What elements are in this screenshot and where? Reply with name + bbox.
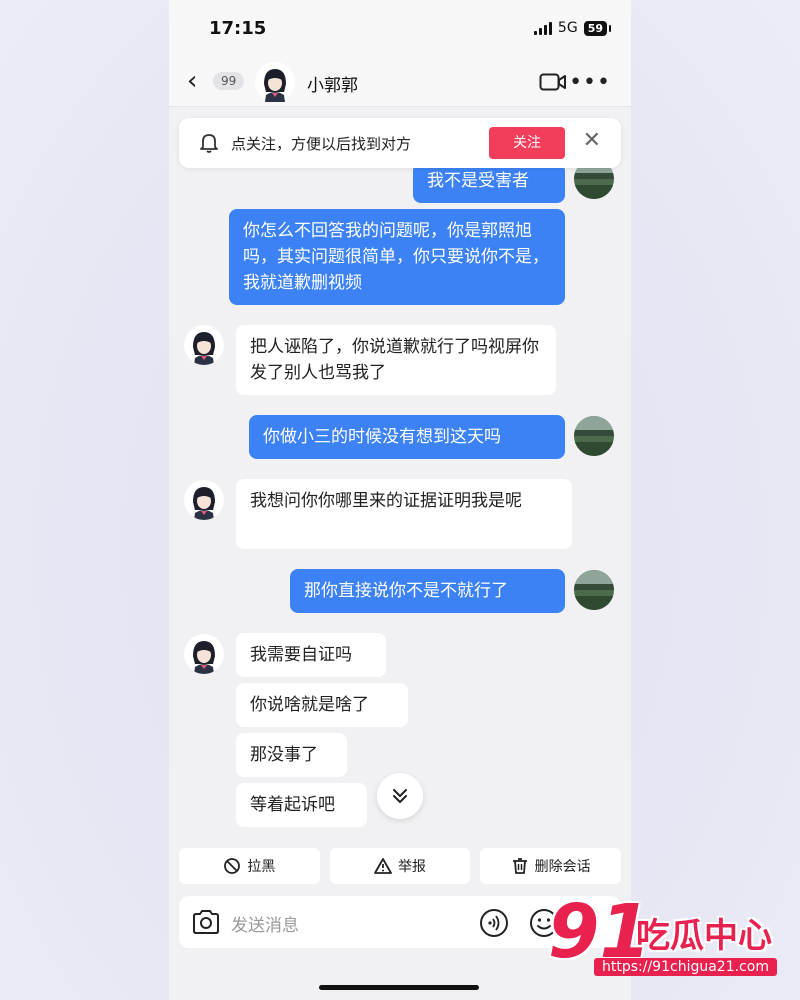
- status-time: 17:15: [209, 18, 267, 39]
- more-icon[interactable]: •••: [569, 70, 611, 95]
- message-bubble-outgoing[interactable]: 我不是受害者: [413, 163, 565, 203]
- follow-prompt-text: 点关注，方便以后找到对方: [231, 135, 412, 153]
- message-bubble-incoming[interactable]: 我想问你你哪里来的证据证明我是呢: [236, 479, 572, 549]
- video-call-icon[interactable]: [539, 72, 567, 92]
- message-input[interactable]: 发送消息: [231, 911, 299, 936]
- message-bubble-incoming[interactable]: 等着起诉吧: [236, 783, 367, 827]
- unread-badge: 99: [213, 72, 245, 90]
- battery-icon: 59: [583, 20, 612, 36]
- back-icon[interactable]: ‹: [187, 68, 197, 94]
- phone-screen: 17:15 5G 59 ‹ 99 小郭郭 ••• 点关注，方便以后找到对方 关注…: [169, 0, 631, 1000]
- message-bubble-incoming[interactable]: 你说啥就是啥了: [236, 683, 408, 727]
- contact-avatar[interactable]: [184, 325, 224, 365]
- warning-icon: [374, 858, 392, 874]
- message-bubble-incoming[interactable]: 那没事了: [236, 733, 347, 777]
- contact-avatar[interactable]: [184, 480, 224, 520]
- signal-icon: [533, 21, 552, 35]
- follow-prompt: 点关注，方便以后找到对方 关注 ✕: [179, 118, 621, 168]
- status-bar: 17:15 5G 59: [169, 0, 631, 58]
- contact-name: 小郭郭: [307, 76, 358, 96]
- message-bubble-incoming[interactable]: 我需要自证吗: [236, 633, 386, 677]
- voice-icon[interactable]: [479, 908, 509, 938]
- double-chevron-down-icon: [393, 789, 407, 803]
- block-button[interactable]: 拉黑: [179, 848, 320, 884]
- my-avatar[interactable]: [574, 570, 614, 610]
- message-bubble-outgoing[interactable]: 你怎么不回答我的问题呢，你是郭照旭吗，其实问题很简单，你只要说你不是，我就道歉删…: [229, 209, 565, 305]
- chat-header: ‹ 99 小郭郭 •••: [169, 58, 631, 107]
- watermark-name: 吃瓜中心: [636, 916, 772, 956]
- close-icon[interactable]: ✕: [583, 128, 601, 153]
- scroll-to-bottom-button[interactable]: [377, 773, 423, 819]
- follow-button[interactable]: 关注: [489, 127, 565, 159]
- message-bubble-outgoing[interactable]: 那你直接说你不是不就行了: [290, 569, 565, 613]
- network-type: 5G: [557, 20, 578, 36]
- contact-avatar[interactable]: [184, 634, 224, 674]
- report-button[interactable]: 举报: [329, 848, 471, 884]
- my-avatar[interactable]: [574, 416, 614, 456]
- bell-icon: [200, 134, 218, 153]
- block-icon: [224, 858, 241, 874]
- conversation-actions: 拉黑 举报 删除会话: [179, 848, 622, 884]
- message-bubble-outgoing[interactable]: 你做小三的时候没有想到这天吗: [249, 415, 565, 459]
- home-indicator: [319, 985, 479, 990]
- watermark: 91 吃瓜中心 https://91chigua21.com: [548, 892, 788, 984]
- message-bubble-incoming[interactable]: 把人诬陷了，你说道歉就行了吗视屏你发了别人也骂我了: [236, 325, 556, 395]
- trash-icon: [512, 858, 527, 874]
- delete-conversation-button[interactable]: 删除会话: [480, 848, 622, 884]
- camera-icon[interactable]: [191, 908, 221, 936]
- watermark-url: https://91chigua21.com: [594, 958, 777, 976]
- contact-avatar[interactable]: [255, 62, 295, 102]
